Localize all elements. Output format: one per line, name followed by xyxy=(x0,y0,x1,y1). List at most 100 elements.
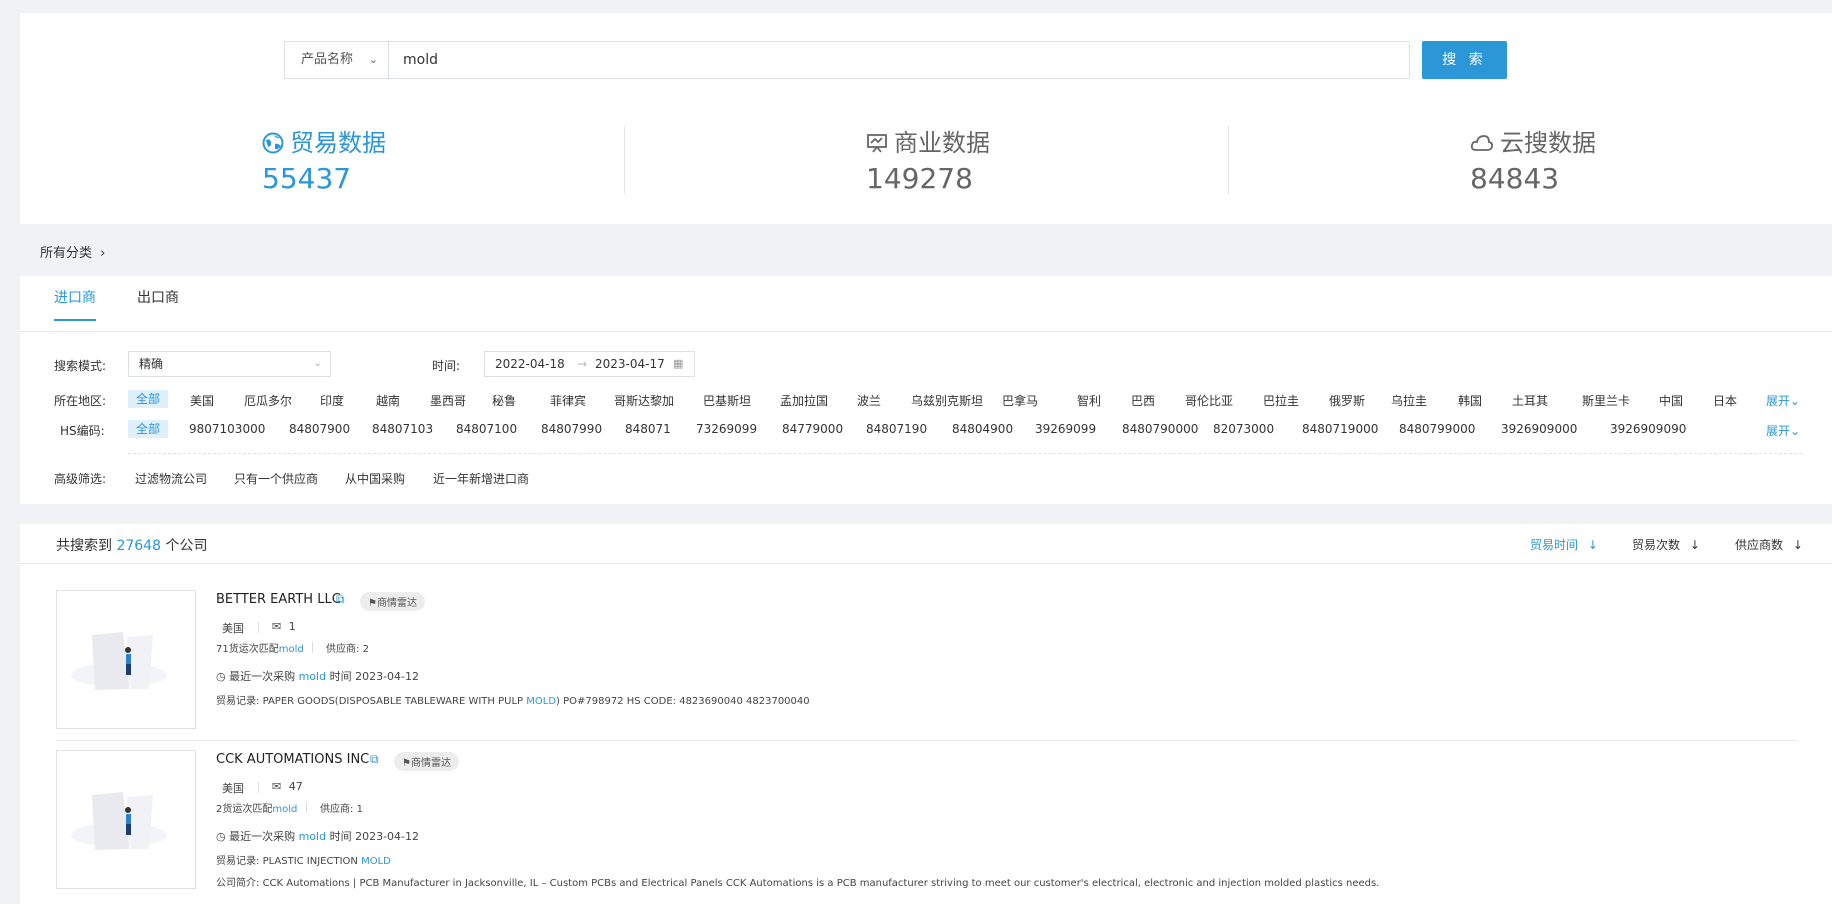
company-thumbnail[interactable] xyxy=(56,590,196,729)
tab-exporter[interactable]: 出口商 xyxy=(137,287,179,319)
hs-code-label: HS编码: xyxy=(60,424,105,438)
hs-chip-row: 全部 9807103000 84807900 84807103 84807100 8480… xyxy=(128,420,1768,440)
adv-filter-single-supplier[interactable]: 只有一个供应商 xyxy=(234,470,318,487)
radar-badge[interactable]: ⚑商情雷达 xyxy=(394,752,459,771)
results-panel xyxy=(20,524,1832,904)
search-type-select[interactable]: 产品名称 ⌄ xyxy=(285,42,389,78)
stat-cloud-data[interactable]: 云搜数据 84843 xyxy=(1470,127,1596,197)
hs-code-chip[interactable]: 84779000 xyxy=(782,422,843,436)
company-name[interactable]: CCK AUTOMATIONS INC xyxy=(216,752,369,767)
region-chip[interactable]: 波兰 xyxy=(857,392,881,409)
sort-supplier-count[interactable]: 供应商数 ↓ xyxy=(1735,536,1803,553)
hs-code-chip[interactable]: 84807990 xyxy=(541,422,602,436)
region-chip[interactable]: 乌拉圭 xyxy=(1391,392,1427,409)
supplier-label: 供应商: xyxy=(326,644,360,655)
adv-filter-logistics[interactable]: 过滤物流公司 xyxy=(135,470,207,487)
region-chip[interactable]: 中国 xyxy=(1659,392,1683,409)
record-keyword: MOLD xyxy=(526,696,557,707)
hs-code-chip[interactable]: 84807190 xyxy=(866,422,927,436)
arrow-down-icon: ↓ xyxy=(1792,538,1803,552)
hs-code-chip[interactable]: 82073000 xyxy=(1213,422,1274,436)
region-chip[interactable]: 巴拿马 xyxy=(1002,392,1038,409)
radar-badge[interactable]: ⚑商情雷达 xyxy=(360,592,425,611)
hs-code-chip[interactable]: 3926909090 xyxy=(1610,422,1686,436)
sort-trade-count[interactable]: 贸易次数 ↓ xyxy=(1632,536,1700,553)
hs-code-chip[interactable]: 全部 xyxy=(128,420,169,438)
region-chip[interactable]: 孟加拉国 xyxy=(780,392,828,409)
results-divider xyxy=(20,563,1832,564)
date-range-picker[interactable]: 2022-04-18 → 2023-04-17 ▦ xyxy=(484,351,695,377)
hs-expand[interactable]: 展开⌄ xyxy=(1766,422,1800,439)
region-chip[interactable]: 巴基斯坦 xyxy=(703,392,751,409)
region-chip-row: 全部 美国 厄瓜多尔 印度 越南 墨西哥 秘鲁 菲律宾 哥斯达黎加 巴基斯坦 孟加拉国 波兰 乌兹别克斯… xyxy=(128,390,1768,410)
hs-code-chip[interactable]: 39269099 xyxy=(1035,422,1096,436)
intro-label: 公司简介: xyxy=(216,878,260,889)
mail-count[interactable]: ✉ 47 xyxy=(272,780,303,793)
sort-label: 供应商数 xyxy=(1735,538,1784,552)
stat-value: 149278 xyxy=(866,162,973,195)
mail-count[interactable]: ✉ 1 xyxy=(272,620,296,633)
region-label: 所在地区: xyxy=(54,394,107,408)
placeholder-illustration xyxy=(71,792,167,850)
supplier-count-value: 2 xyxy=(362,644,369,655)
region-expand[interactable]: 展开⌄ xyxy=(1766,392,1800,409)
region-chip[interactable]: 俄罗斯 xyxy=(1329,392,1365,409)
hs-code-chip[interactable]: 84804900 xyxy=(952,422,1013,436)
hs-code-chip[interactable]: 84807100 xyxy=(456,422,517,436)
hs-code-chip[interactable]: 84807103 xyxy=(372,422,433,436)
region-chip[interactable]: 美国 xyxy=(190,392,214,409)
expand-label: 展开 xyxy=(1766,424,1791,438)
region-chip[interactable]: 哥伦比亚 xyxy=(1185,392,1233,409)
company-name[interactable]: BETTER EARTH LLC xyxy=(216,592,341,607)
cloud-icon xyxy=(1470,135,1494,151)
region-chip[interactable]: 日本 xyxy=(1713,392,1737,409)
radar-label: 商情雷达 xyxy=(410,758,451,769)
hs-code-chip[interactable]: 73269099 xyxy=(696,422,757,436)
globe-icon xyxy=(262,132,284,154)
divider xyxy=(624,126,625,194)
adv-filter-from-china[interactable]: 从中国采购 xyxy=(345,470,405,487)
region-chip[interactable]: 乌兹别克斯坦 xyxy=(911,392,983,409)
stat-value: 84843 xyxy=(1470,162,1560,195)
region-chip[interactable]: 秘鲁 xyxy=(492,392,516,409)
search-input[interactable] xyxy=(389,42,1409,78)
region-chip[interactable]: 韩国 xyxy=(1458,392,1482,409)
stat-trade-data[interactable]: 贸易数据 55437 xyxy=(262,127,386,197)
region-chip[interactable]: 菲律宾 xyxy=(550,392,586,409)
hs-code-chip[interactable]: 8480719000 xyxy=(1302,422,1378,436)
region-chip[interactable]: 厄瓜多尔 xyxy=(244,392,292,409)
hs-code-chip[interactable]: 84807900 xyxy=(289,422,350,436)
region-chip[interactable]: 哥斯达黎加 xyxy=(614,392,674,409)
stat-business-data[interactable]: 商业数据 149278 xyxy=(866,127,990,197)
hs-code-chip[interactable]: 8480790000 xyxy=(1122,422,1198,436)
copy-icon[interactable]: ⧉ xyxy=(336,592,345,607)
breadcrumb[interactable]: 所有分类 › xyxy=(40,242,105,261)
recent-prefix: 最近一次采购 xyxy=(229,670,296,683)
region-chip[interactable]: 巴拉圭 xyxy=(1263,392,1299,409)
date-start[interactable]: 2022-04-18 xyxy=(495,352,565,376)
hs-code-chip[interactable]: 8480799000 xyxy=(1399,422,1475,436)
region-chip[interactable]: 墨西哥 xyxy=(430,392,466,409)
region-chip[interactable]: 土耳其 xyxy=(1512,392,1548,409)
region-chip[interactable]: 印度 xyxy=(320,392,344,409)
advanced-filter-label: 高级筛选: xyxy=(54,472,107,486)
tab-importer[interactable]: 进口商 xyxy=(54,287,96,321)
sort-trade-time[interactable]: 贸易时间 ↓ xyxy=(1530,536,1598,553)
region-chip[interactable]: 越南 xyxy=(376,392,400,409)
region-chip[interactable]: 全部 xyxy=(128,390,169,408)
region-chip[interactable]: 巴西 xyxy=(1131,392,1155,409)
hs-code-chip[interactable]: 9807103000 xyxy=(189,422,265,436)
date-end[interactable]: 2023-04-17 xyxy=(595,352,665,376)
sort-label: 贸易次数 xyxy=(1632,538,1681,552)
region-chip[interactable]: 智利 xyxy=(1077,392,1101,409)
chevron-down-icon: ⌄ xyxy=(1790,424,1801,438)
hs-code-chip[interactable]: 3926909000 xyxy=(1501,422,1577,436)
region-chip[interactable]: 斯里兰卡 xyxy=(1582,392,1630,409)
copy-icon[interactable]: ⧉ xyxy=(370,752,379,767)
search-button[interactable]: 搜 索 xyxy=(1422,41,1507,79)
company-thumbnail[interactable] xyxy=(56,750,196,889)
record-text-tail: ) PO#798972 HS CODE: 4823690040 48237000… xyxy=(556,696,810,707)
hs-code-chip[interactable]: 848071 xyxy=(625,422,671,436)
adv-filter-new-importer[interactable]: 近一年新增进口商 xyxy=(433,470,529,487)
search-mode-select[interactable]: 精确 ⌄ xyxy=(128,351,331,377)
